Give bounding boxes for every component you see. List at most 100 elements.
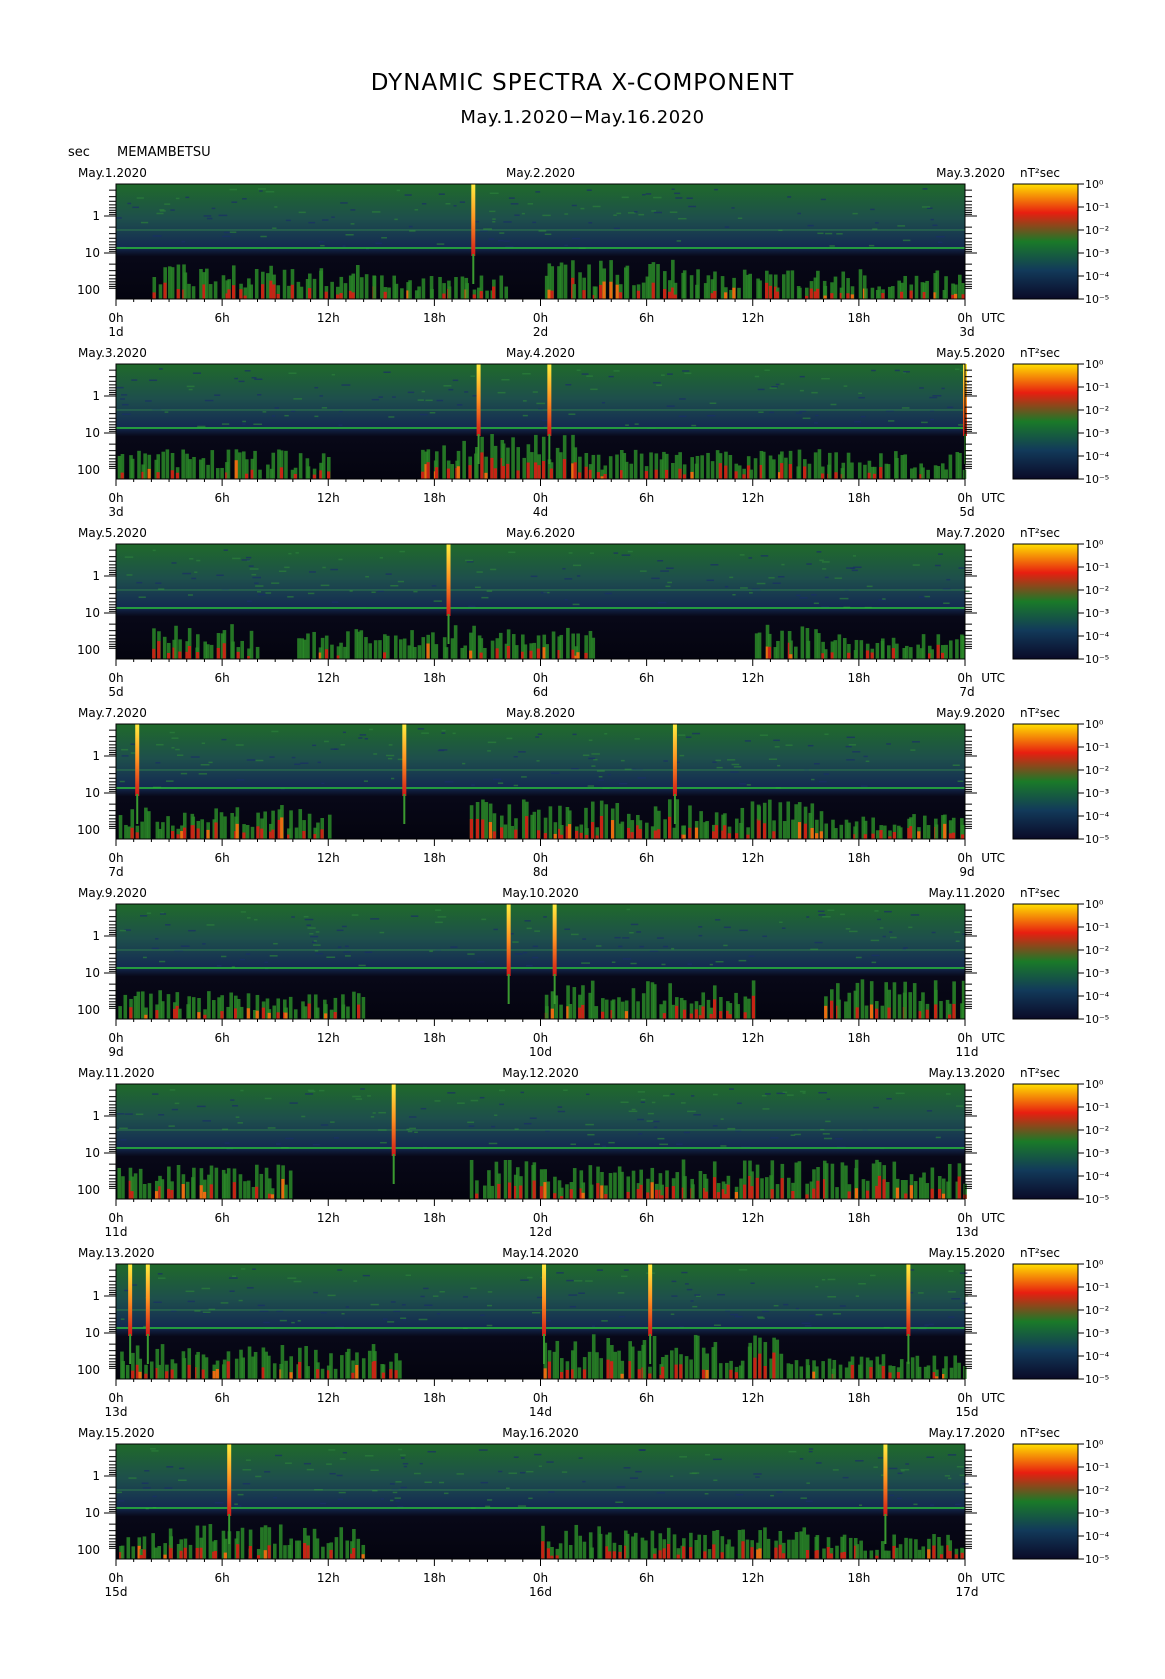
x-tick-label: 6h xyxy=(639,851,654,865)
x-tick-label: 12h xyxy=(317,491,340,505)
date-label-mid: May.12.2020 xyxy=(502,1066,579,1080)
x-tick-label: 0h xyxy=(957,1571,972,1585)
utc-label: UTC xyxy=(981,671,1005,685)
colorbar: 10⁰ 10⁻¹ 10⁻² 10⁻³ 10⁻⁴ 10⁻⁵ xyxy=(1012,358,1110,486)
colorbar-tick-label: 10⁻² xyxy=(1085,584,1109,597)
x-tick-label: 12h xyxy=(741,491,764,505)
colorbar-tick-label: 10⁰ xyxy=(1085,718,1104,731)
y-tick-label: 100 xyxy=(77,283,100,297)
colorbar-unit-label: nT²sec xyxy=(1020,1426,1060,1440)
colorbar-tick-label: 10⁻² xyxy=(1085,944,1109,957)
x-tick-label: 6h xyxy=(639,491,654,505)
spike-1 xyxy=(476,364,481,436)
colorbar-tick-label: 10⁻⁴ xyxy=(1085,1530,1110,1543)
date-label-mid: May.8.2020 xyxy=(506,706,575,720)
date-label-left: May.9.2020 xyxy=(78,886,147,900)
date-label-right: May.9.2020 xyxy=(936,706,1005,720)
day-label-right: 5d xyxy=(959,505,974,519)
colorbar-gradient xyxy=(1012,1083,1079,1200)
date-label-left: May.3.2020 xyxy=(78,346,147,360)
y-tick-label: 10 xyxy=(85,786,100,800)
day-label-right: 17d xyxy=(956,1585,979,1599)
spike-1 xyxy=(128,1264,133,1336)
colorbar-gradient xyxy=(1012,723,1079,840)
date-label-mid: May.2.2020 xyxy=(506,166,575,180)
spike-5 xyxy=(906,1264,911,1336)
y-tick-label: 1 xyxy=(92,1469,100,1483)
date-label-right: May.17.2020 xyxy=(928,1426,1005,1440)
date-label-mid: May.14.2020 xyxy=(502,1246,579,1260)
spike-1 xyxy=(446,544,451,616)
day-label-mid: 10d xyxy=(529,1045,552,1059)
y-tick-label: 1 xyxy=(92,389,100,403)
colorbar-tick-label: 10⁻⁴ xyxy=(1085,1170,1110,1183)
x-tick-label: 6h xyxy=(639,311,654,325)
spectrum-panel-8: May.15.2020 May.16.2020 May.17.2020 nT²sec1… xyxy=(77,1426,1110,1599)
x-tick-label: 0h xyxy=(957,1391,972,1405)
y-tick-label: 100 xyxy=(77,823,100,837)
day-label-right: 11d xyxy=(956,1045,979,1059)
y-tick-label: 1 xyxy=(92,929,100,943)
colorbar: 10⁰ 10⁻¹ 10⁻² 10⁻³ 10⁻⁴ 10⁻⁵ xyxy=(1012,898,1110,1026)
spectrum-panel-2: May.3.2020 May.4.2020 May.5.2020 nT²sec 1 10 1… xyxy=(77,346,1110,519)
date-label-right: May.15.2020 xyxy=(928,1246,1005,1260)
colorbar-tick-label: 10⁰ xyxy=(1085,178,1104,191)
y-tick-label: 10 xyxy=(85,1326,100,1340)
colorbar-tick-label: 10⁻⁵ xyxy=(1085,653,1109,666)
utc-label: UTC xyxy=(981,1031,1005,1045)
spike-3 xyxy=(542,1264,547,1336)
spike-3 xyxy=(672,724,677,796)
colorbar-tick-label: 10⁻³ xyxy=(1085,1327,1109,1340)
colorbar-tick-label: 10⁻¹ xyxy=(1085,741,1109,754)
colorbar-tick-label: 10⁻¹ xyxy=(1085,1281,1109,1294)
utc-label: UTC xyxy=(981,1211,1005,1225)
x-tick-label: 0h xyxy=(957,1031,972,1045)
x-tick-label: 18h xyxy=(847,851,870,865)
utc-label: UTC xyxy=(981,1571,1005,1585)
day-label-left: 5d xyxy=(108,685,123,699)
x-tick-label: 6h xyxy=(639,671,654,685)
x-tick-label: 12h xyxy=(317,311,340,325)
date-label-left: May.13.2020 xyxy=(78,1246,155,1260)
colorbar-tick-label: 10⁻³ xyxy=(1085,787,1109,800)
spectrum-panel-4: May.7.2020 May.8.2020 May.9.2020 nT²sec 1 10 1… xyxy=(77,706,1110,879)
colorbar-tick-label: 10⁻⁴ xyxy=(1085,630,1110,643)
x-tick-label: 6h xyxy=(215,311,230,325)
day-label-left: 9d xyxy=(108,1045,123,1059)
date-label-left: May.1.2020 xyxy=(78,166,147,180)
colorbar-tick-label: 10⁰ xyxy=(1085,1258,1104,1271)
spike-1 xyxy=(506,904,511,976)
x-tick-label: 0h xyxy=(957,491,972,505)
y-tick-label: 1 xyxy=(92,209,100,223)
x-tick-label: 6h xyxy=(215,491,230,505)
colorbar-tick-label: 10⁻² xyxy=(1085,404,1109,417)
colorbar-tick-label: 10⁰ xyxy=(1085,898,1104,911)
y-tick-label: 10 xyxy=(85,246,100,260)
colorbar-gradient xyxy=(1012,1443,1079,1560)
x-tick-label: 6h xyxy=(639,1391,654,1405)
spike-1 xyxy=(471,184,476,256)
spike-2 xyxy=(145,1264,150,1336)
x-tick-label: 12h xyxy=(317,1211,340,1225)
y-tick-label: 10 xyxy=(85,966,100,980)
colorbar-tick-label: 10⁻⁴ xyxy=(1085,810,1110,823)
colorbar-gradient xyxy=(1012,1263,1079,1380)
x-tick-label: 12h xyxy=(317,671,340,685)
colorbar: 10⁰ 10⁻¹ 10⁻² 10⁻³ 10⁻⁴ 10⁻⁵ xyxy=(1012,718,1110,846)
colorbar-unit-label: nT²sec xyxy=(1020,1066,1060,1080)
x-tick-label: 0h xyxy=(533,1211,548,1225)
spectrogram-bg xyxy=(116,184,965,299)
x-tick-label: 12h xyxy=(317,1031,340,1045)
y-tick-label: 100 xyxy=(77,1543,100,1557)
x-tick-label: 6h xyxy=(215,851,230,865)
date-label-mid: May.16.2020 xyxy=(502,1426,579,1440)
x-tick-label: 0h xyxy=(957,851,972,865)
y-tick-label: 10 xyxy=(85,1146,100,1160)
day-label-left: 13d xyxy=(105,1405,128,1419)
x-tick-label: 0h xyxy=(108,1571,123,1585)
x-tick-label: 12h xyxy=(741,671,764,685)
spectrum-panel-7: May.13.2020 May.14.2020 May.15.2020 nT²sec1… xyxy=(77,1246,1110,1419)
x-tick-label: 0h xyxy=(957,671,972,685)
colorbar-tick-label: 10⁻⁵ xyxy=(1085,1193,1109,1206)
x-tick-label: 0h xyxy=(533,671,548,685)
